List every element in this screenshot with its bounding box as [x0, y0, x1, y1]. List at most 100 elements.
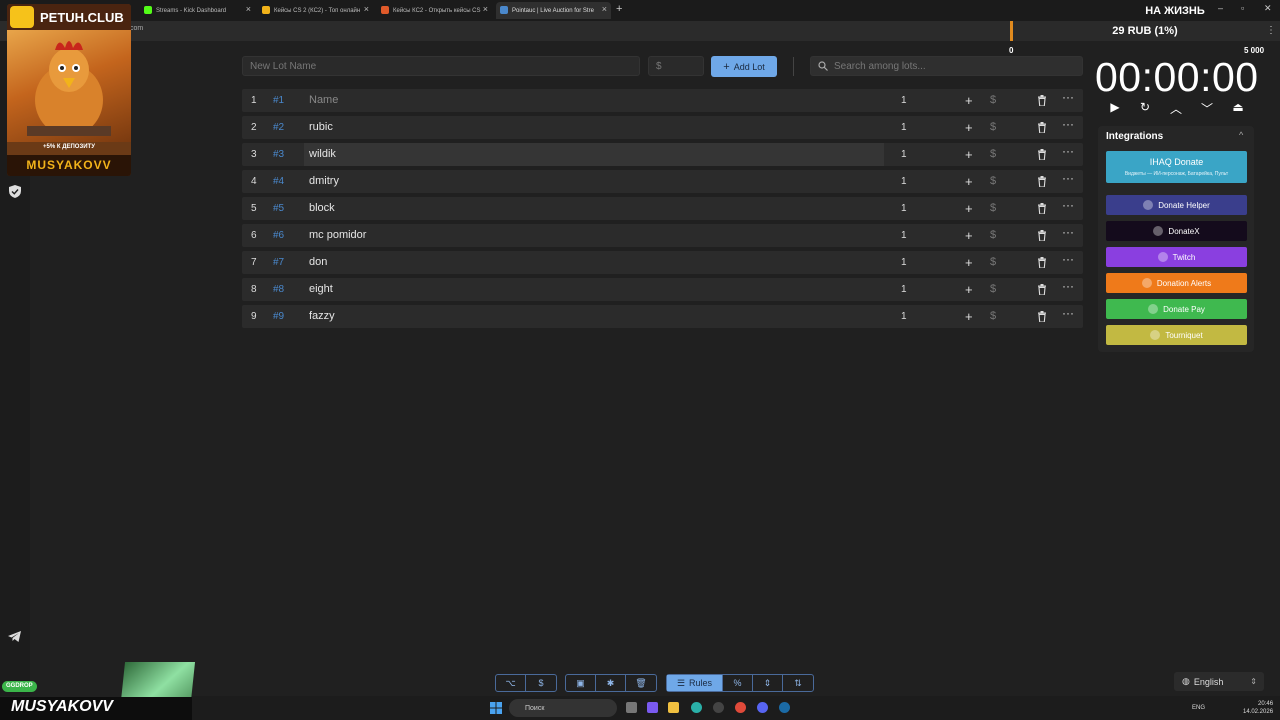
trash-icon[interactable] [1037, 257, 1047, 268]
integration-tourniquet-button[interactable]: Tourniquet [1106, 325, 1247, 345]
shield-icon[interactable] [9, 185, 21, 198]
trash-icon[interactable] [1037, 284, 1047, 295]
add-amount-icon[interactable]: + [965, 147, 973, 162]
maximize-icon[interactable]: ▫ [1241, 3, 1244, 13]
lot-amount[interactable]: 1 [901, 230, 907, 241]
new-lot-name-input[interactable]: New Lot Name [242, 56, 640, 76]
app-icon[interactable] [647, 702, 658, 713]
menu-dots-icon[interactable]: ⋮ [1266, 25, 1276, 36]
trash-icon[interactable] [1037, 203, 1047, 214]
integration-donate-pay-button[interactable]: Donate Pay [1106, 299, 1247, 319]
lot-name-field[interactable]: Name [304, 89, 884, 112]
trash-icon[interactable] [1037, 95, 1047, 106]
lot-name-field[interactable]: mc pomidor [304, 224, 884, 247]
currency-icon[interactable]: $ [990, 121, 996, 133]
lot-name-field[interactable]: don [304, 251, 884, 274]
tray-language[interactable]: ENG [1192, 705, 1205, 711]
play-icon[interactable]: ▶ [1107, 100, 1123, 116]
more-options-icon[interactable]: ··· [1062, 306, 1074, 320]
lot-name-field[interactable]: block [304, 197, 884, 220]
integration-donatex-button[interactable]: DonateX [1106, 221, 1247, 241]
lot-amount[interactable]: 1 [901, 95, 907, 106]
steam-icon[interactable] [779, 702, 790, 713]
add-amount-icon[interactable]: + [965, 309, 973, 324]
donate-icon[interactable]: $ [526, 675, 556, 691]
sort-icon[interactable]: ⇅ [783, 675, 813, 691]
trash-icon[interactable] [1037, 149, 1047, 160]
currency-icon[interactable]: $ [990, 229, 996, 241]
tab-pointauc[interactable]: Pointauc | Live Auction for Stre × [496, 2, 611, 19]
currency-icon[interactable]: $ [990, 310, 996, 322]
lot-amount-input[interactable]: $ [648, 56, 704, 76]
lot-amount[interactable]: 1 [901, 284, 907, 295]
file-explorer-icon[interactable] [668, 702, 679, 713]
more-options-icon[interactable]: ··· [1062, 252, 1074, 266]
telegram-icon[interactable] [8, 631, 21, 642]
more-options-icon[interactable]: ··· [1062, 117, 1074, 131]
clear-lots-icon[interactable]: 🗑 [626, 675, 656, 691]
lot-amount[interactable]: 1 [901, 203, 907, 214]
bug-icon[interactable]: ✱ [596, 675, 626, 691]
close-icon[interactable]: × [483, 4, 488, 14]
language-select[interactable]: ◍ English ⇕ [1174, 672, 1264, 691]
lot-name-field[interactable]: wildik [304, 143, 884, 166]
chevron-up-icon[interactable]: ︿ [1168, 100, 1184, 116]
add-lot-button[interactable]: + Add Lot [711, 56, 777, 77]
lot-name-field[interactable]: fazzy [304, 305, 884, 328]
lot-name-field[interactable]: dmitry [304, 170, 884, 193]
steam-tray-icon[interactable] [713, 702, 724, 713]
integration-donate-helper-button[interactable]: Donate Helper [1106, 195, 1247, 215]
search-lots-input[interactable]: Search among lots... [810, 56, 1083, 76]
more-options-icon[interactable]: ··· [1062, 225, 1074, 239]
integration-twitch-button[interactable]: Twitch [1106, 247, 1247, 267]
trash-icon[interactable] [1037, 230, 1047, 241]
discord-icon[interactable] [757, 702, 768, 713]
more-options-icon[interactable]: ··· [1062, 90, 1074, 104]
chrome-icon[interactable] [735, 702, 746, 713]
lot-name-field[interactable]: eight [304, 278, 884, 301]
close-icon[interactable]: × [602, 4, 607, 14]
windows-start-icon[interactable] [490, 702, 502, 714]
rules-button[interactable]: ☰ Rules [667, 675, 723, 691]
add-amount-icon[interactable]: + [965, 255, 973, 270]
new-tab-button[interactable]: + [616, 3, 622, 15]
lot-amount[interactable]: 1 [901, 122, 907, 133]
close-icon[interactable]: × [364, 4, 369, 14]
close-window-icon[interactable]: ✕ [1264, 3, 1272, 14]
chevron-down-icon[interactable]: ﹀ [1199, 100, 1215, 116]
add-amount-icon[interactable]: + [965, 174, 973, 189]
edge-icon[interactable] [691, 702, 702, 713]
lot-amount[interactable]: 1 [901, 176, 907, 187]
trash-icon[interactable] [1037, 122, 1047, 133]
taskbar-search[interactable]: Поиск [509, 699, 617, 717]
ihaq-donate-button[interactable] [1106, 151, 1247, 183]
currency-icon[interactable]: $ [990, 256, 996, 268]
trash-icon[interactable] [1037, 176, 1047, 187]
currency-icon[interactable]: $ [990, 175, 996, 187]
currency-icon[interactable]: $ [990, 283, 996, 295]
save-icon[interactable]: ▣ [566, 675, 596, 691]
tab-cases-top[interactable]: Кейсы CS 2 (КС2) - Топ онлайн × [258, 2, 373, 19]
lot-name-field[interactable]: rubic [304, 116, 884, 139]
tab-cases-open[interactable]: Кейсы КС2 - Открыть кейсы CS × [377, 2, 492, 19]
integration-donation-alerts-button[interactable]: Donation Alerts [1106, 273, 1247, 293]
more-options-icon[interactable]: ··· [1062, 144, 1074, 158]
close-icon[interactable]: × [246, 4, 251, 14]
currency-icon[interactable]: $ [990, 94, 996, 106]
address-bar[interactable] [0, 21, 1010, 41]
add-amount-icon[interactable]: + [965, 201, 973, 216]
reset-icon[interactable]: ↻ [1137, 100, 1153, 116]
more-options-icon[interactable]: ··· [1062, 279, 1074, 293]
minimize-icon[interactable]: – [1218, 3, 1223, 13]
github-icon[interactable]: ⌥ [496, 675, 526, 691]
currency-icon[interactable]: $ [990, 202, 996, 214]
trash-icon[interactable] [1037, 311, 1047, 322]
currency-icon[interactable]: $ [990, 148, 996, 160]
add-amount-icon[interactable]: + [965, 93, 973, 108]
eject-icon[interactable]: ⏏ [1230, 100, 1246, 116]
lot-amount[interactable]: 1 [901, 311, 907, 322]
promo-banner[interactable]: PETUH.CLUB +5% К ДЕПОЗИТУ MUSYAKOVV [7, 4, 131, 176]
add-amount-icon[interactable]: + [965, 228, 973, 243]
add-amount-icon[interactable]: + [965, 282, 973, 297]
task-view-icon[interactable] [626, 702, 637, 713]
